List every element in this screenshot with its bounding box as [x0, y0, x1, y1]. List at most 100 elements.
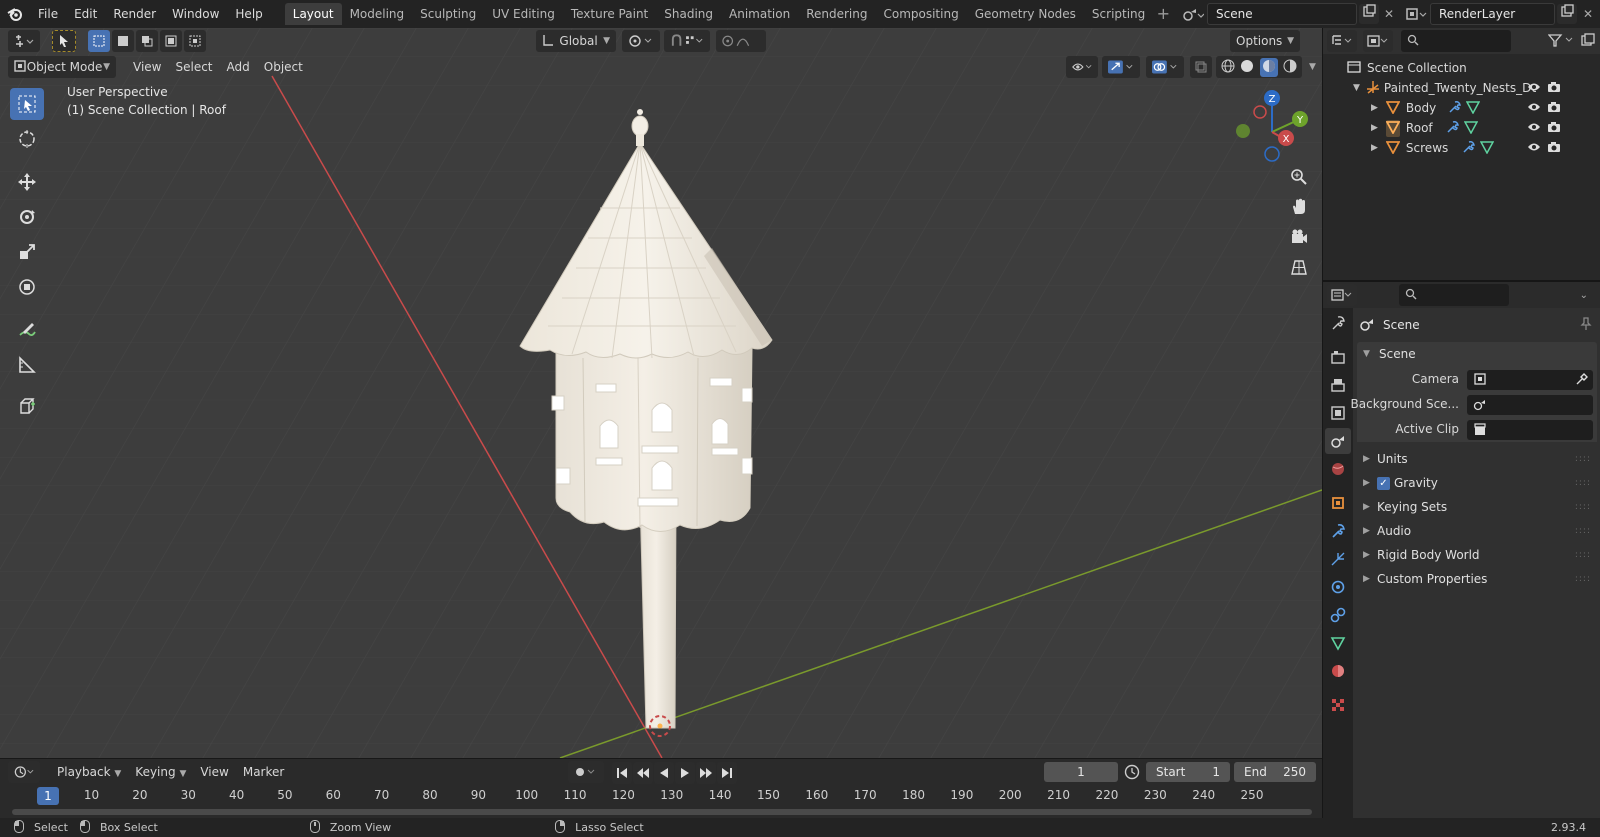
pin-icon[interactable] [1579, 316, 1593, 334]
material-tab-icon[interactable] [1325, 658, 1351, 684]
data-tab-icon[interactable] [1325, 630, 1351, 656]
expand-right-icon[interactable]: ▶ [1371, 103, 1378, 113]
menu-edit[interactable]: Edit [66, 3, 105, 25]
drag-handle-icon[interactable]: :::: [1575, 526, 1591, 536]
rendered-shading-icon[interactable] [1283, 59, 1297, 76]
camera-render-icon[interactable] [1547, 141, 1561, 156]
auto-keying-toggle-icon[interactable] [568, 761, 604, 783]
viewport-menu-add[interactable]: Add [220, 56, 257, 78]
mesh-data-icon[interactable] [1463, 120, 1479, 137]
new-scene-icon[interactable] [1359, 4, 1379, 24]
visibility-dropdown[interactable] [1066, 56, 1098, 78]
drag-handle-icon[interactable]: :::: [1575, 454, 1591, 464]
delete-view-layer-icon[interactable]: ✕ [1578, 4, 1598, 24]
tab-animation[interactable]: Animation [721, 3, 798, 25]
tab-shading[interactable]: Shading [656, 3, 721, 25]
tab-compositing[interactable]: Compositing [875, 3, 966, 25]
display-mode-dropdown-icon[interactable] [1363, 30, 1393, 52]
view-layer-selector[interactable]: RenderLayer [1406, 3, 1555, 25]
modifier-wrench-icon[interactable] [1462, 140, 1476, 157]
eye-icon[interactable] [1527, 81, 1541, 96]
properties-editor[interactable]: ⌄ Scene ▼ Scene Camera Background Sce...… [1322, 280, 1600, 820]
object-tab-icon[interactable] [1325, 490, 1351, 516]
pan-hand-icon[interactable] [1286, 194, 1312, 220]
scene-tab-icon[interactable] [1325, 428, 1351, 454]
camera-render-icon[interactable] [1547, 121, 1561, 136]
camera-render-icon[interactable] [1547, 81, 1561, 96]
editor-type-icon[interactable] [8, 30, 40, 52]
outliner-row-screws[interactable]: ▶ Screws [1323, 138, 1600, 158]
frame-ruler[interactable]: 1 10 20 30 40 50 60 70 80 90 100 110 120 130 140 150 160… [0, 785, 1322, 805]
solid-shading-icon[interactable] [1240, 59, 1254, 76]
end-frame-field[interactable]: End 250 [1234, 762, 1316, 782]
wireframe-shading-icon[interactable] [1221, 59, 1235, 76]
snapping-dropdown[interactable] [664, 30, 710, 52]
section-audio[interactable]: ▶ Audio:::: [1357, 520, 1597, 542]
background-scene-field[interactable] [1467, 395, 1593, 415]
current-frame-field[interactable]: 1 [1044, 762, 1118, 782]
properties-options-chevron-icon[interactable]: ⌄ [1580, 290, 1588, 301]
mode-intersect-selection-icon[interactable] [184, 30, 206, 52]
3d-viewport[interactable]: Global ▼ Options ▼ Object Mode ▼ View Se… [0, 28, 1322, 758]
mode-new-selection-icon[interactable] [88, 30, 110, 52]
texture-tab-icon[interactable] [1325, 692, 1351, 718]
shading-options-chevron-icon[interactable]: ▼ [1302, 56, 1322, 78]
tab-modeling[interactable]: Modeling [342, 3, 413, 25]
current-frame-marker[interactable]: 1 [37, 787, 59, 805]
navigation-gizmo[interactable]: Z Y X [1232, 88, 1316, 172]
play-icon[interactable] [675, 762, 695, 784]
timeline-scrollbar[interactable] [12, 809, 1312, 815]
menu-window[interactable]: Window [164, 3, 227, 25]
jump-to-keyframe-back-icon[interactable] [633, 762, 653, 784]
physics-tab-icon[interactable] [1325, 574, 1351, 600]
viewport-menu-view[interactable]: View [126, 56, 168, 78]
section-custom-properties[interactable]: ▶ Custom Properties:::: [1357, 568, 1597, 590]
camera-render-icon[interactable] [1547, 101, 1561, 116]
zoom-icon[interactable] [1286, 164, 1312, 190]
cursor-tool-icon[interactable] [10, 123, 44, 155]
render-tab-icon[interactable] [1325, 344, 1351, 370]
tool-tab-icon[interactable] [1325, 310, 1351, 336]
new-view-layer-icon[interactable] [1557, 4, 1577, 24]
transform-orientation-dropdown[interactable]: Global ▼ [536, 30, 616, 52]
outliner-editor-type-icon[interactable] [1327, 30, 1357, 52]
scale-tool-icon[interactable] [10, 236, 44, 268]
mesh-data-icon[interactable] [1465, 100, 1481, 117]
proportional-editing-dropdown[interactable] [716, 30, 766, 52]
modifier-wrench-icon[interactable] [1446, 120, 1460, 137]
annotate-tool-icon[interactable] [10, 314, 44, 346]
mesh-data-icon[interactable] [1479, 140, 1495, 157]
timeline-editor[interactable]: Playback ▼ Keying ▼ View Marker 1 Start … [0, 758, 1322, 818]
eyedropper-icon[interactable] [1575, 372, 1589, 389]
tab-rendering[interactable]: Rendering [798, 3, 875, 25]
properties-search-input[interactable] [1399, 284, 1509, 306]
measure-tool-icon[interactable] [10, 349, 44, 381]
scene-panel-header[interactable]: ▼ Scene [1357, 342, 1597, 366]
drag-handle-icon[interactable]: :::: [1575, 502, 1591, 512]
section-gravity[interactable]: ▶ ✓ Gravity:::: [1357, 472, 1597, 494]
modifier-tab-icon[interactable] [1325, 518, 1351, 544]
gizmo-toggle-icon[interactable] [1102, 56, 1140, 78]
timeline-menu-view[interactable]: View [193, 761, 235, 783]
timeline-menu-marker[interactable]: Marker [236, 761, 291, 783]
menu-file[interactable]: File [30, 3, 66, 25]
eye-icon[interactable] [1527, 101, 1541, 116]
jump-to-keyframe-forward-icon[interactable] [696, 762, 716, 784]
section-rigid-body-world[interactable]: ▶ Rigid Body World:::: [1357, 544, 1597, 566]
section-keying-sets[interactable]: ▶ Keying Sets:::: [1357, 496, 1597, 518]
outliner-row-roof[interactable]: ▶ Roof [1323, 118, 1600, 138]
orthographic-grid-icon[interactable] [1286, 254, 1312, 280]
eye-icon[interactable] [1527, 141, 1541, 156]
mode-invert-selection-icon[interactable] [160, 30, 182, 52]
transform-tool-icon[interactable] [10, 271, 44, 303]
mode-extend-selection-icon[interactable] [112, 30, 134, 52]
tab-layout[interactable]: Layout [284, 3, 342, 25]
menu-render[interactable]: Render [105, 3, 164, 25]
rotate-tool-icon[interactable] [10, 201, 44, 233]
world-tab-icon[interactable] [1325, 456, 1351, 482]
timeline-editor-type-icon[interactable] [8, 761, 40, 783]
tab-scripting[interactable]: Scripting [1084, 3, 1153, 25]
modifier-wrench-icon[interactable] [1448, 100, 1462, 117]
eye-icon[interactable] [1527, 121, 1541, 136]
play-reverse-icon[interactable] [654, 762, 674, 784]
